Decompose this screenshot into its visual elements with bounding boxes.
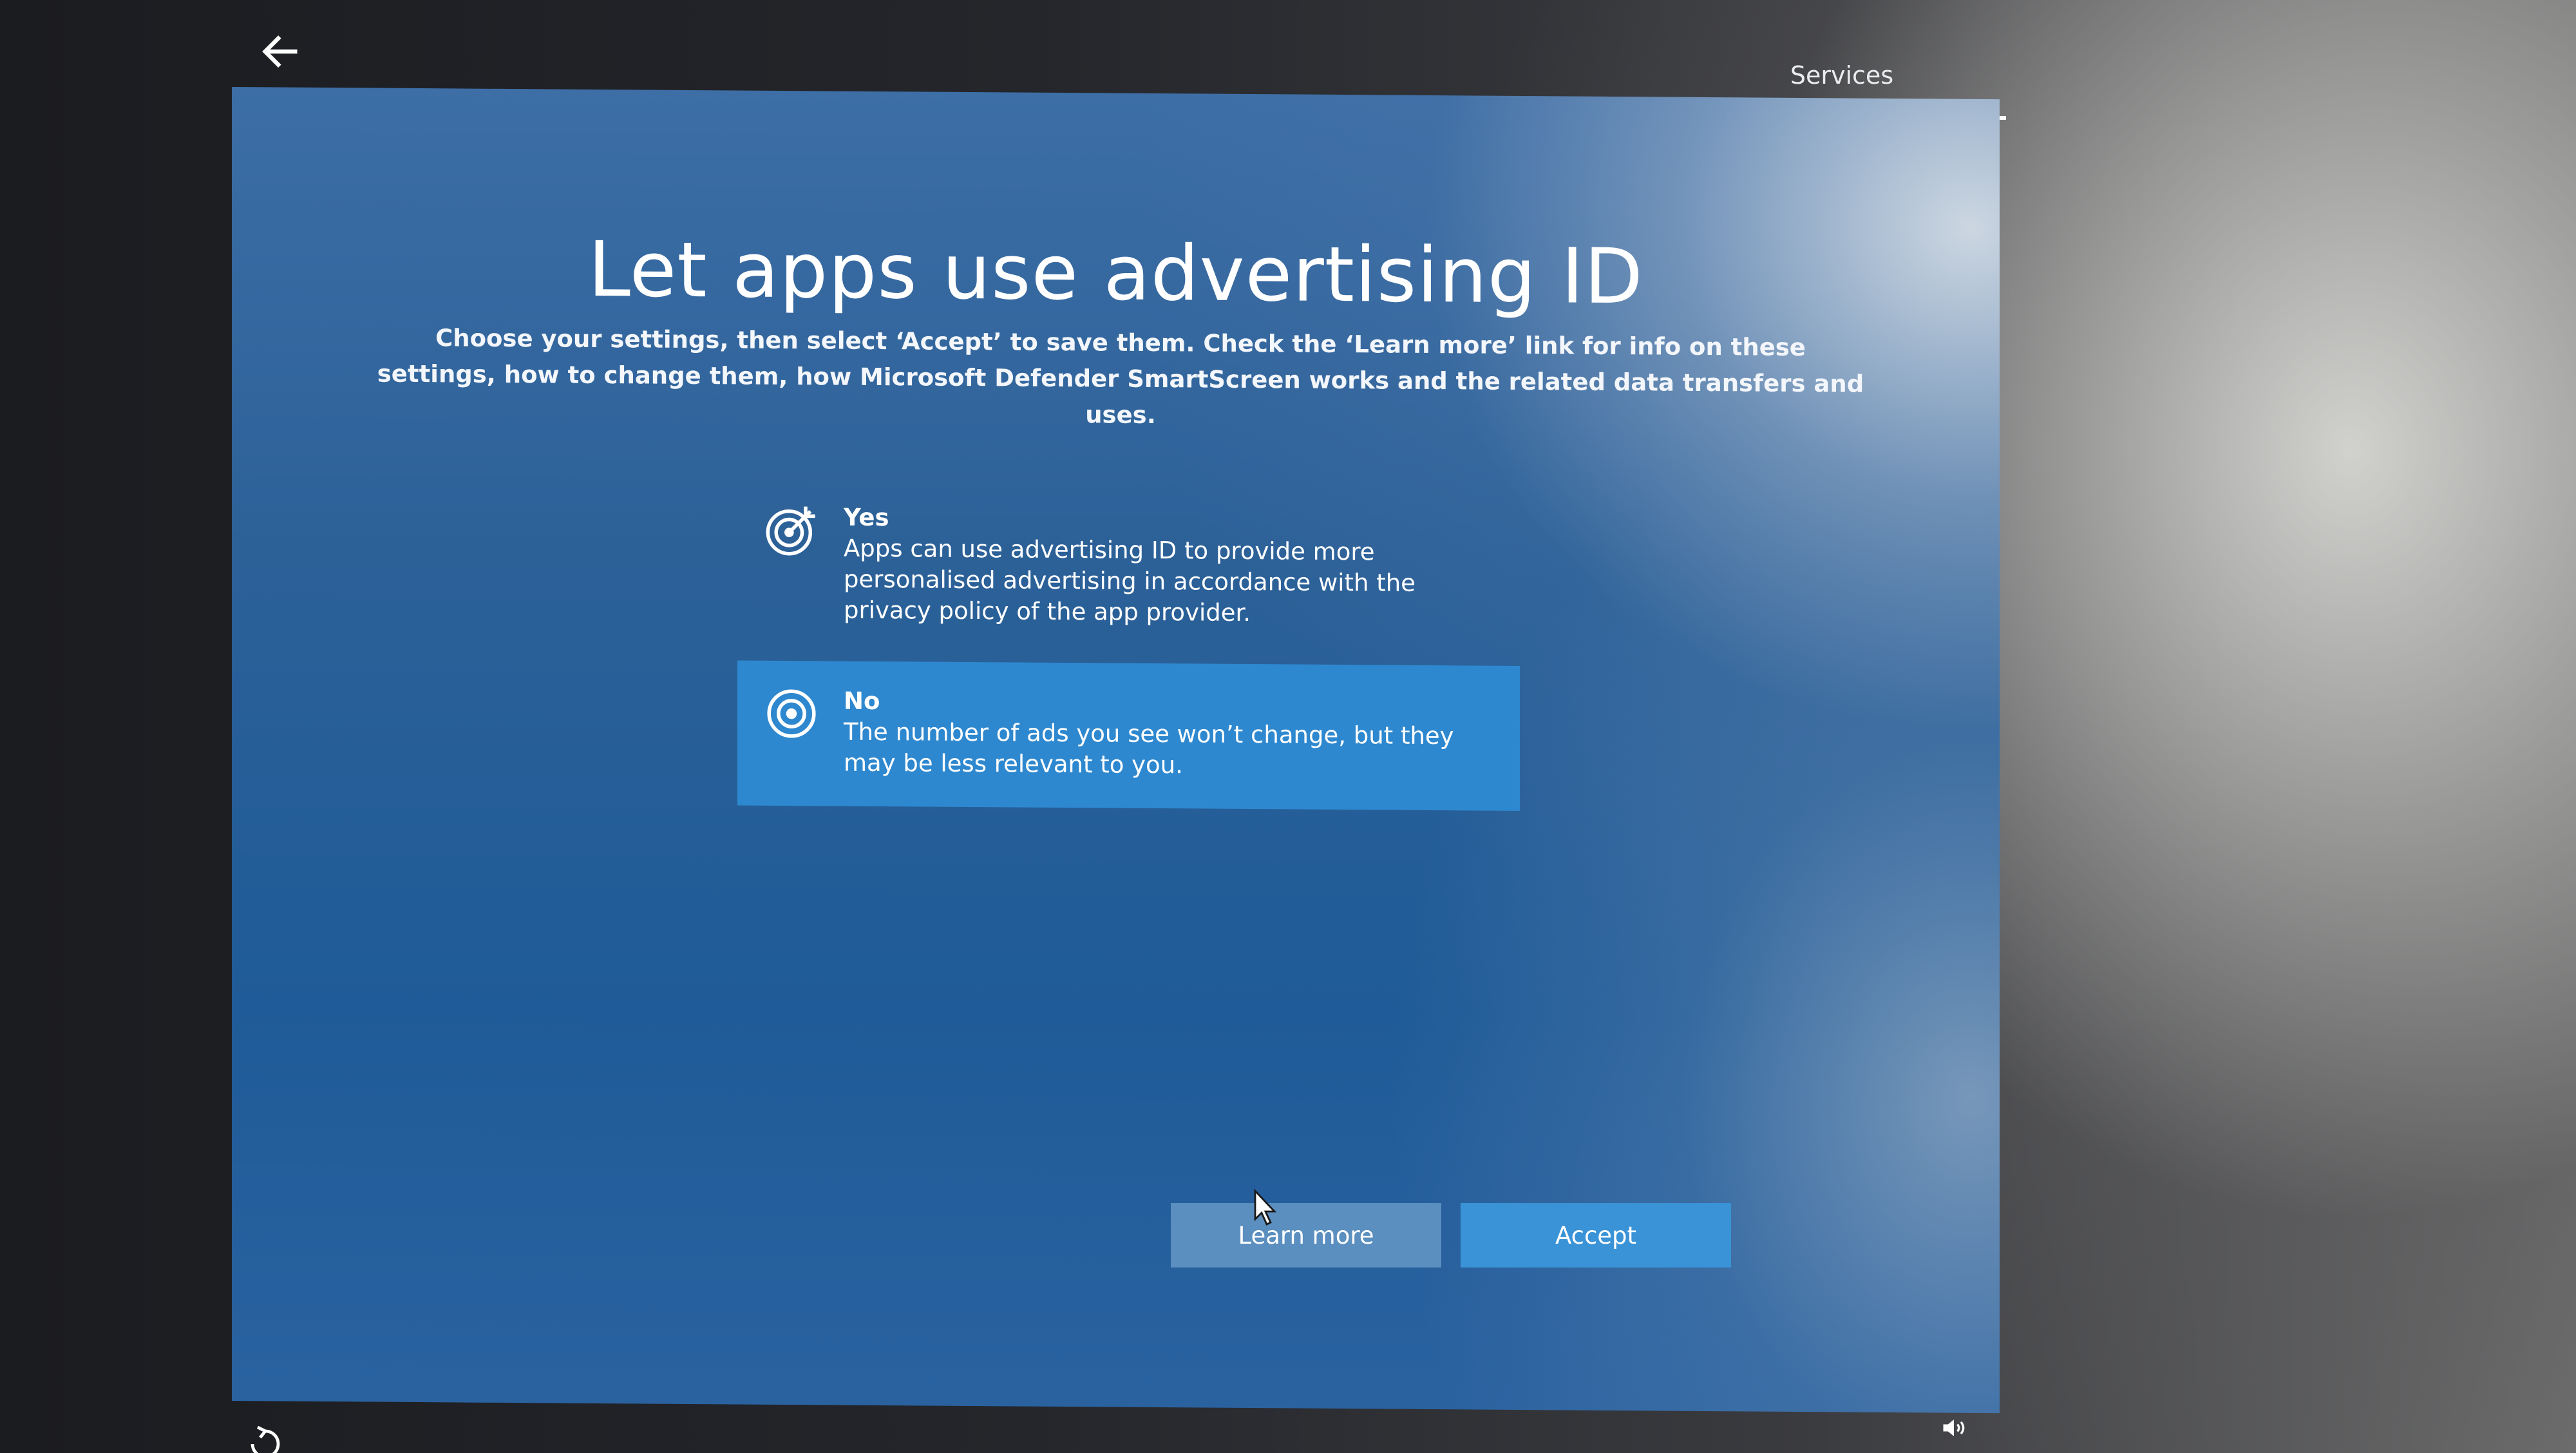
- option-no-label: No: [844, 687, 880, 716]
- target-arrow-icon: [763, 502, 820, 559]
- page-subtitle: Choose your settings, then select ‘Accep…: [377, 324, 1864, 430]
- accept-button[interactable]: Accept: [1461, 1203, 1731, 1268]
- option-no[interactable]: No The number of ads you see won’t chang…: [737, 660, 1520, 811]
- oobe-panel: Let apps use advertising ID Choose your …: [232, 87, 2000, 1414]
- ease-of-access-icon: [251, 1425, 280, 1453]
- mouse-pointer-icon: [1254, 1188, 1277, 1226]
- ease-of-access-button[interactable]: [245, 1423, 283, 1453]
- option-yes-label: Yes: [844, 503, 889, 532]
- volume-button[interactable]: [1940, 1414, 1972, 1446]
- option-yes-description: Apps can use advertising ID to provide m…: [844, 534, 1416, 627]
- option-no-description: The number of ads you see won’t change, …: [844, 717, 1454, 779]
- learn-more-button[interactable]: Learn more: [1171, 1203, 1441, 1268]
- back-button[interactable]: [245, 19, 316, 84]
- page-title: Let apps use advertising ID: [588, 224, 1643, 321]
- target-icon: [763, 685, 820, 743]
- volume-icon: [1943, 1420, 1965, 1436]
- option-yes[interactable]: Yes Apps can use advertising ID to provi…: [737, 477, 1520, 665]
- options-list: Yes Apps can use advertising ID to provi…: [737, 477, 1520, 811]
- progress-tab-services: Services: [1790, 61, 1894, 90]
- back-arrow-icon: [262, 35, 298, 68]
